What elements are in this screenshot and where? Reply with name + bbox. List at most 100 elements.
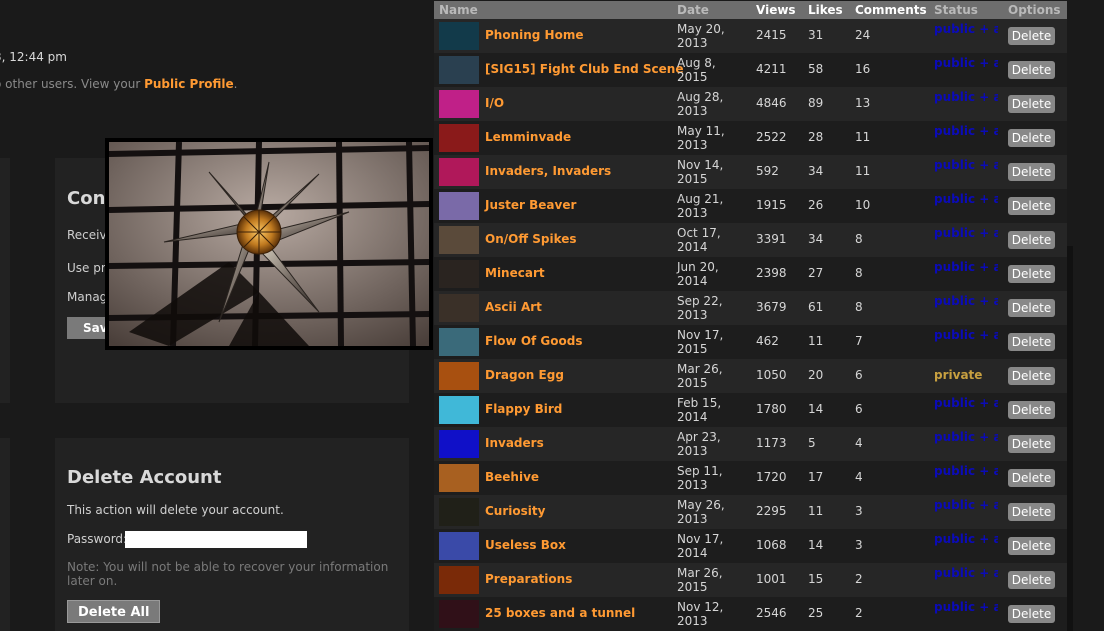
shader-thumbnail[interactable] <box>439 22 479 50</box>
shader-thumbnail[interactable] <box>439 464 479 492</box>
shader-thumbnail[interactable] <box>439 192 479 220</box>
table-row: Juster Beaver Aug 21, 2013 1915 26 10 public … <box>434 189 1067 223</box>
shader-thumbnail[interactable] <box>439 260 479 288</box>
table-row: 25 boxes and a tunnel Nov 12, 2013 2546 25 2… <box>434 597 1067 631</box>
delete-button[interactable]: Delete <box>1008 129 1055 147</box>
delete-button[interactable]: Delete <box>1008 27 1055 45</box>
public-profile-link[interactable]: Public Profile <box>144 77 234 91</box>
password-field[interactable] <box>125 531 307 548</box>
panel-edge <box>0 158 10 403</box>
table-row: Dragon Egg Mar 26, 2015 1050 20 6 private Dele… <box>434 359 1067 393</box>
shader-thumbnail[interactable] <box>439 362 479 390</box>
shader-likes: 11 <box>808 334 824 348</box>
shader-thumbnail[interactable] <box>439 226 479 254</box>
col-status-header[interactable]: Status <box>934 3 978 17</box>
shader-likes: 58 <box>808 62 824 76</box>
shader-name-link[interactable]: Juster Beaver <box>485 198 576 212</box>
shader-thumbnail[interactable] <box>439 566 479 594</box>
table-header: Name Date Views Likes Comments Status Op… <box>434 1 1067 19</box>
shader-thumbnail[interactable] <box>439 124 479 152</box>
shader-thumbnail[interactable] <box>439 90 479 118</box>
scrollbar[interactable] <box>1067 246 1073 631</box>
delete-button[interactable]: Delete <box>1008 503 1055 521</box>
shader-thumbnail[interactable] <box>439 532 479 560</box>
shader-name-link[interactable]: Preparations <box>485 572 572 586</box>
shader-likes: 5 <box>808 436 816 450</box>
delete-description: This action will delete your account. <box>67 503 284 517</box>
shader-comments: 11 <box>855 130 871 144</box>
shader-date: Nov 12, 2013 <box>677 600 724 628</box>
col-date-header[interactable]: Date <box>677 3 709 17</box>
shader-name-link[interactable]: Minecart <box>485 266 545 280</box>
delete-button[interactable]: Delete <box>1008 469 1055 487</box>
table-row: Lemminvade May 11, 2013 2522 28 11 public + a… <box>434 121 1067 155</box>
shader-status: public + api <box>934 56 998 70</box>
shader-comments: 8 <box>855 266 863 280</box>
shader-status: public + api <box>934 226 998 240</box>
shader-thumbnail[interactable] <box>439 430 479 458</box>
col-comments-header[interactable]: Comments <box>855 3 927 17</box>
shader-name-link[interactable]: Useless Box <box>485 538 566 552</box>
table-row: I/O Aug 28, 2013 4846 89 13 public + api Delet… <box>434 87 1067 121</box>
shader-name-link[interactable]: Invaders <box>485 436 544 450</box>
col-views-header[interactable]: Views <box>756 3 796 17</box>
delete-button[interactable]: Delete <box>1008 367 1055 385</box>
shader-name-link[interactable]: Invaders, Invaders <box>485 164 611 178</box>
shader-name-link[interactable]: Dragon Egg <box>485 368 564 382</box>
shader-status: public + api <box>934 294 998 308</box>
shader-thumbnail[interactable] <box>439 56 479 84</box>
shader-name-link[interactable]: Ascii Art <box>485 300 542 314</box>
table-row: Curiosity May 26, 2013 2295 11 3 public + api… <box>434 495 1067 529</box>
delete-button[interactable]: Delete <box>1008 95 1055 113</box>
shader-views: 1173 <box>756 436 787 450</box>
shader-comments: 16 <box>855 62 871 76</box>
delete-button[interactable]: Delete <box>1008 197 1055 215</box>
shader-thumbnail[interactable] <box>439 294 479 322</box>
shader-name-link[interactable]: Lemminvade <box>485 130 571 144</box>
shader-likes: 61 <box>808 300 824 314</box>
delete-button[interactable]: Delete <box>1008 61 1055 79</box>
shader-status: public + api <box>934 158 998 172</box>
delete-all-button[interactable]: Delete All <box>67 600 161 623</box>
shader-name-link[interactable]: Flappy Bird <box>485 402 562 416</box>
shader-name-link[interactable]: Phoning Home <box>485 28 583 42</box>
join-date: 3, 12:44 pm <box>0 50 67 64</box>
shader-thumbnail[interactable] <box>439 600 479 628</box>
shader-comments: 4 <box>855 436 863 450</box>
col-name-header[interactable]: Name <box>439 3 478 17</box>
shader-name-link[interactable]: Beehive <box>485 470 539 484</box>
delete-button[interactable]: Delete <box>1008 605 1055 623</box>
shader-thumbnail[interactable] <box>439 498 479 526</box>
delete-button[interactable]: Delete <box>1008 571 1055 589</box>
delete-button[interactable]: Delete <box>1008 299 1055 317</box>
shader-name-link[interactable]: 25 boxes and a tunnel <box>485 606 635 620</box>
delete-button[interactable]: Delete <box>1008 401 1055 419</box>
shader-thumbnail[interactable] <box>439 328 479 356</box>
shader-views: 4846 <box>756 96 787 110</box>
shader-status: public + api <box>934 22 998 36</box>
shader-name-link[interactable]: Curiosity <box>485 504 545 518</box>
delete-button[interactable]: Delete <box>1008 163 1055 181</box>
delete-button[interactable]: Delete <box>1008 231 1055 249</box>
shader-name-link[interactable]: [SIG15] Fight Club End Scene <box>485 62 683 76</box>
shader-thumbnail[interactable] <box>439 158 479 186</box>
delete-button[interactable]: Delete <box>1008 265 1055 283</box>
shader-name-link[interactable]: Flow Of Goods <box>485 334 583 348</box>
shader-likes: 15 <box>808 572 824 586</box>
delete-button[interactable]: Delete <box>1008 537 1055 555</box>
shader-comments: 8 <box>855 300 863 314</box>
shader-date: Oct 17, 2014 <box>677 226 721 254</box>
delete-button[interactable]: Delete <box>1008 333 1055 351</box>
shader-views: 3391 <box>756 232 787 246</box>
shader-views: 2295 <box>756 504 787 518</box>
shader-name-link[interactable]: I/O <box>485 96 504 110</box>
shader-thumbnail[interactable] <box>439 396 479 424</box>
shader-views: 1068 <box>756 538 787 552</box>
col-likes-header[interactable]: Likes <box>808 3 843 17</box>
shader-name-link[interactable]: On/Off Spikes <box>485 232 577 246</box>
delete-button[interactable]: Delete <box>1008 435 1055 453</box>
profile-visibility-text: o other users. View your Public Profile. <box>0 77 237 91</box>
shader-comments: 13 <box>855 96 871 110</box>
profile-info: 3, 12:44 pm o other users. View your Pub… <box>0 0 434 150</box>
shader-status: public + api <box>934 124 998 138</box>
